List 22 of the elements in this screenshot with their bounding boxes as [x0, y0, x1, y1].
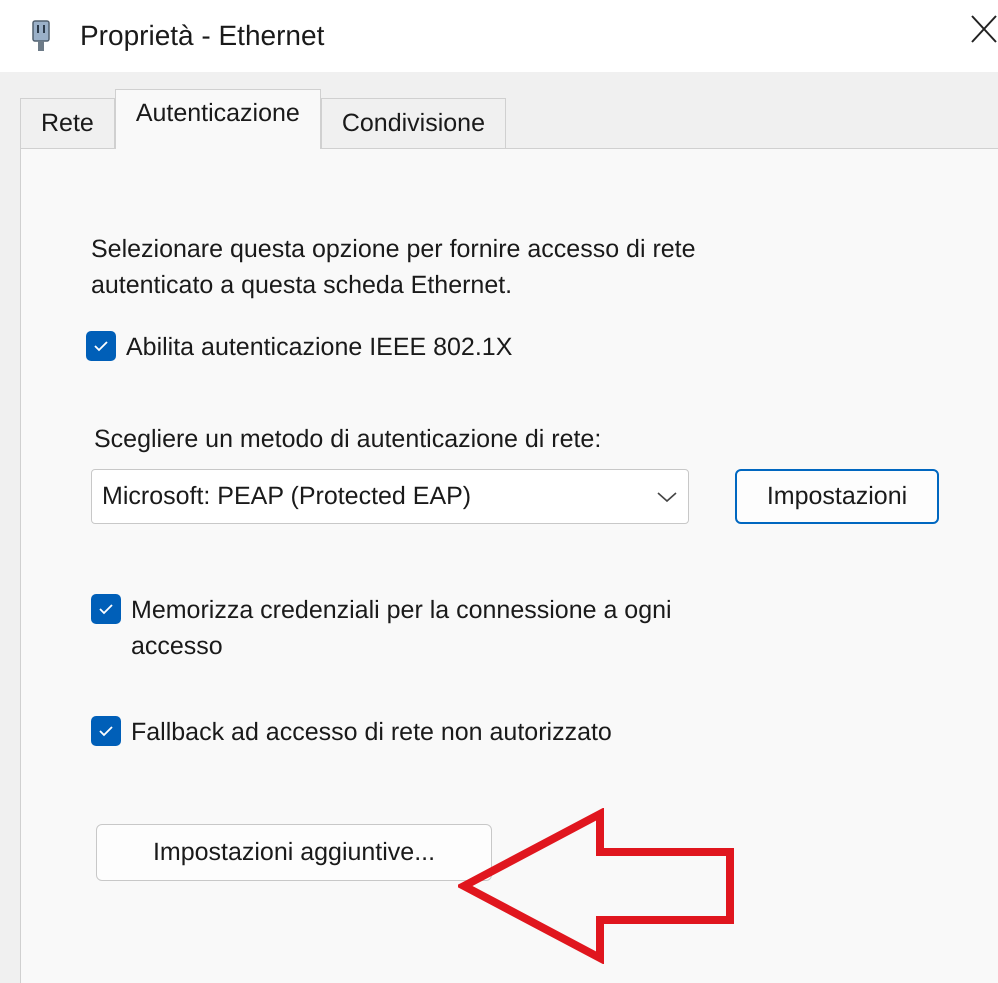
tab[interactable]: Autenticazione	[114, 89, 321, 149]
check-icon	[98, 603, 114, 615]
additional-settings-button[interactable]: Impostazioni aggiuntive...	[96, 824, 492, 881]
tab[interactable]: Condivisione	[320, 98, 506, 148]
window-title: Proprietà - Ethernet	[80, 19, 324, 53]
check-icon	[93, 340, 109, 352]
check-icon	[98, 725, 114, 737]
checkbox[interactable]	[86, 331, 116, 361]
dropdown-value: Microsoft: PEAP (Protected EAP)	[102, 480, 472, 512]
method-dropdown[interactable]: Microsoft: PEAP (Protected EAP)	[91, 469, 689, 524]
tab[interactable]: Rete	[20, 98, 115, 148]
checkbox-label: Abilita autenticazione IEEE 802.1X	[126, 332, 512, 363]
close-icon[interactable]	[970, 14, 998, 44]
description-text: Selezionare questa opzione per fornire accesso di rete autenticato a questa scheda Ethernet.	[91, 234, 697, 301]
network-plug-icon	[30, 19, 52, 53]
checkbox[interactable]	[91, 594, 121, 624]
method-label: Scegliere un metodo di autenticazione di rete:	[94, 424, 602, 455]
settings-button[interactable]: Impostazioni	[735, 469, 939, 524]
checkbox-label: Memorizza credenziali per la connessione a ogni accesso	[131, 595, 673, 662]
checkbox[interactable]	[91, 716, 121, 746]
checkbox-label: Fallback ad accesso di rete non autorizzato	[131, 717, 612, 748]
chevron-down-icon	[656, 490, 678, 502]
